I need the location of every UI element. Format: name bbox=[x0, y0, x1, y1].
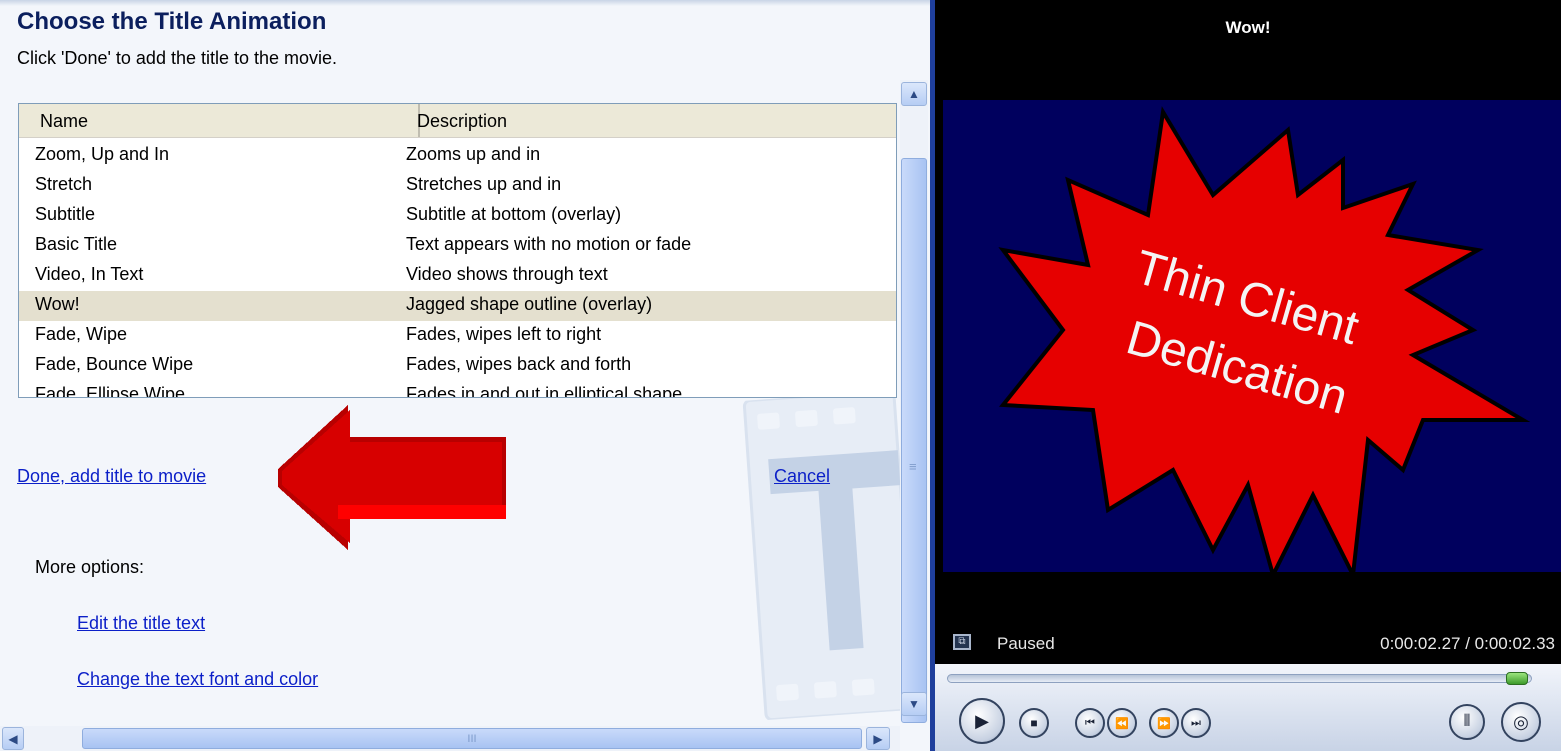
done-add-title-link[interactable]: Done, add title to movie bbox=[17, 466, 206, 487]
chevron-down-icon: ▼ bbox=[908, 697, 920, 711]
fullscreen-icon[interactable]: ⧉ bbox=[953, 634, 971, 650]
scroll-up-button[interactable]: ▲ bbox=[901, 82, 927, 106]
split-icon: ⫴ bbox=[1463, 713, 1471, 730]
list-item-name: Stretch bbox=[35, 174, 93, 194]
chevron-left-icon: ◀ bbox=[8, 731, 18, 746]
vertical-scrollbar[interactable]: ▲ ≡ ▼ bbox=[900, 80, 928, 723]
play-icon: ▶ bbox=[975, 710, 989, 731]
list-item[interactable]: Zoom, Up and In Zooms up and in bbox=[19, 141, 896, 171]
stop-button[interactable]: ■ bbox=[1019, 708, 1049, 738]
grip-icon: ≡ bbox=[909, 459, 917, 474]
horizontal-scrollbar[interactable]: ◀ III ▶ bbox=[0, 726, 900, 751]
preview-monitor: Wow! Thin Client Dedication ⧉ Paused 0:0… bbox=[930, 0, 1561, 751]
grip-icon: III bbox=[467, 733, 477, 745]
rewind-icon: ⏪ bbox=[1115, 717, 1129, 730]
edit-title-text-link[interactable]: Edit the title text bbox=[77, 613, 205, 634]
animation-list[interactable]: Name Description Zoom, Up and In Zooms up… bbox=[18, 103, 897, 398]
horizontal-scroll-thumb[interactable]: III bbox=[82, 728, 862, 749]
player-status-bar: ⧉ Paused 0:00:02.27 / 0:00:02.33 bbox=[935, 624, 1561, 664]
chevron-right-icon: ▶ bbox=[873, 731, 883, 746]
scroll-right-button[interactable]: ▶ bbox=[866, 727, 890, 750]
play-button[interactable]: ▶ bbox=[959, 698, 1005, 744]
list-item[interactable]: Fade, Wipe Fades, wipes left to right bbox=[19, 321, 896, 351]
list-item[interactable]: Wow! Jagged shape outline (overlay) bbox=[19, 291, 896, 321]
seek-thumb[interactable] bbox=[1505, 672, 1528, 685]
forward-button[interactable]: ⏩ bbox=[1149, 708, 1179, 738]
list-item-name: Fade, Bounce Wipe bbox=[35, 354, 194, 374]
seek-bar[interactable] bbox=[947, 674, 1532, 683]
list-item[interactable]: Basic Title Text appears with no motion o… bbox=[19, 231, 896, 261]
list-item-name: Basic Title bbox=[35, 234, 118, 254]
player-controls: ▶ ■ ⏮ ⏪ ⏩ ⏭ ⫴ ◎ bbox=[935, 664, 1561, 751]
chevron-up-icon: ▲ bbox=[908, 87, 920, 101]
list-item-name: Subtitle bbox=[35, 204, 96, 224]
list-item[interactable]: Fade, Bounce Wipe Fades, wipes back and f… bbox=[19, 351, 896, 381]
list-item[interactable]: Video, In Text Video shows through text bbox=[19, 261, 896, 291]
stop-icon: ■ bbox=[1030, 716, 1038, 730]
page-subtitle: Click 'Done' to add the title to the mov… bbox=[17, 48, 338, 68]
starburst-shape: Thin Client Dedication bbox=[998, 106, 1531, 572]
scroll-down-button[interactable]: ▼ bbox=[901, 692, 927, 716]
take-picture-button[interactable]: ◎ bbox=[1501, 702, 1541, 742]
list-item-description: Jagged shape outline (overlay) bbox=[406, 294, 653, 314]
list-header: Name Description bbox=[19, 104, 896, 138]
playback-status: Paused bbox=[997, 634, 1055, 653]
list-item-name: Wow! bbox=[35, 294, 80, 314]
list-item-name: Fade, Wipe bbox=[35, 324, 128, 344]
list-item-name: Zoom, Up and In bbox=[35, 144, 170, 164]
title-animation-panel: Choose the Title Animation Click 'Done' … bbox=[0, 0, 930, 751]
time-readout: 0:00:02.27 / 0:00:02.33 bbox=[1380, 634, 1555, 653]
vertical-scroll-thumb[interactable]: ≡ bbox=[901, 158, 927, 723]
column-header-description[interactable]: Description bbox=[399, 104, 896, 137]
more-options-label: More options: bbox=[35, 557, 145, 577]
cancel-link[interactable]: Cancel bbox=[774, 466, 830, 487]
list-item-description: Zooms up and in bbox=[406, 144, 541, 164]
list-item-name: Video, In Text bbox=[35, 264, 144, 284]
column-header-name[interactable]: Name bbox=[19, 104, 420, 137]
list-item-name: Fade, Ellipse Wipe bbox=[35, 384, 186, 398]
list-item[interactable]: Fade, Ellipse Wipe Fades in and out in el… bbox=[19, 381, 896, 398]
rewind-button[interactable]: ⏪ bbox=[1107, 708, 1137, 738]
forward-icon: ⏩ bbox=[1157, 717, 1171, 730]
list-item-description: Subtitle at bottom (overlay) bbox=[406, 204, 622, 224]
next-frame-button[interactable]: ⏭ bbox=[1181, 708, 1211, 738]
video-preview[interactable]: Thin Client Dedication bbox=[943, 100, 1561, 572]
previous-frame-button[interactable]: ⏮ bbox=[1075, 708, 1105, 738]
pointer-arrow-icon bbox=[278, 405, 506, 550]
list-item-description: Fades, wipes back and forth bbox=[406, 354, 632, 374]
previous-icon: ⏮ bbox=[1085, 716, 1095, 729]
split-clip-button[interactable]: ⫴ bbox=[1449, 704, 1485, 740]
list-item-description: Video shows through text bbox=[406, 264, 608, 284]
list-item-description: Stretches up and in bbox=[406, 174, 562, 194]
list-item-description: Fades in and out in elliptical shape bbox=[406, 384, 683, 398]
camera-icon: ◎ bbox=[1513, 711, 1529, 732]
change-font-color-link[interactable]: Change the text font and color bbox=[77, 669, 318, 690]
list-item-description: Fades, wipes left to right bbox=[406, 324, 602, 344]
next-icon: ⏭ bbox=[1191, 716, 1201, 729]
page-title: Choose the Title Animation bbox=[17, 8, 327, 35]
list-item-description: Text appears with no motion or fade bbox=[406, 234, 692, 254]
clip-title: Wow! bbox=[1225, 18, 1271, 37]
list-item[interactable]: Stretch Stretches up and in bbox=[19, 171, 896, 201]
scroll-left-button[interactable]: ◀ bbox=[2, 727, 24, 750]
list-item[interactable]: Subtitle Subtitle at bottom (overlay) bbox=[19, 201, 896, 231]
